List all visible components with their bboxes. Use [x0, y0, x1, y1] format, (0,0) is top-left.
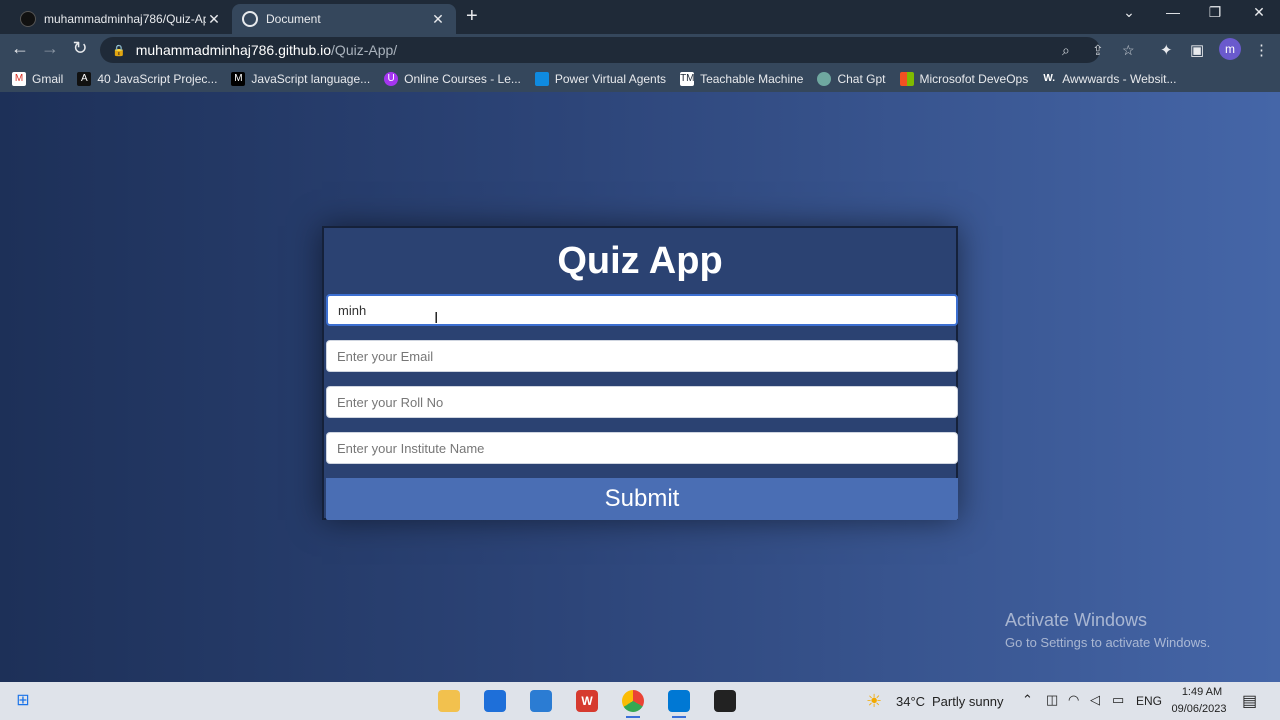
bookmarks-bar: M Gmail A 40 JavaScript Projec... M JavaScr…	[0, 66, 1280, 92]
page-title: Quiz App	[557, 240, 723, 282]
bookmark-online-courses[interactable]: U Online Courses - Le...	[384, 72, 521, 86]
meet-now-icon[interactable]: ◫	[1046, 692, 1058, 708]
github-icon	[20, 11, 36, 27]
clock-date[interactable]: 09/06/2023	[1166, 703, 1232, 715]
submit-button[interactable]: Submit	[326, 478, 958, 520]
bookmark-javascript-language[interactable]: M JavaScript language...	[231, 72, 370, 86]
address-bar[interactable]: 🔒 muhammadminhaj786.github.io/Quiz-App/ …	[100, 37, 1135, 63]
pva-icon	[534, 72, 549, 86]
zoom-icon[interactable]: ⌕	[1062, 42, 1070, 59]
back-icon[interactable]: ←	[8, 38, 32, 59]
bookmark-40-js-projects[interactable]: A 40 JavaScript Projec...	[77, 72, 217, 86]
tm-icon: TM	[680, 72, 695, 86]
battery-icon[interactable]: ▭	[1112, 692, 1124, 708]
quiz-form-card: Quiz App Submit	[322, 226, 958, 520]
name-field[interactable]	[326, 294, 958, 326]
tab-document[interactable]: Document ✕	[232, 4, 456, 34]
bookmark-teachable-machine[interactable]: TM Teachable Machine	[680, 72, 803, 86]
bookmark-chat-gpt[interactable]: Chat Gpt	[817, 72, 886, 86]
roll-no-field[interactable]	[326, 386, 958, 418]
watermark-title: Activate Windows	[1005, 610, 1148, 630]
globe-icon	[242, 11, 258, 27]
windows-start-icon[interactable]: ⊞	[12, 690, 34, 712]
weather-temp[interactable]: 34°C	[896, 694, 925, 709]
restore-button[interactable]: ❐	[1200, 4, 1230, 21]
tab-quiz-app-repo[interactable]: muhammadminhaj786/Quiz-App ✕	[10, 4, 232, 34]
page-background: Quiz App Submit I Activate Windows Go to…	[0, 92, 1280, 682]
close-icon[interactable]: ✕	[206, 11, 222, 28]
desktop-app-icon[interactable]	[530, 690, 552, 712]
store-icon[interactable]	[484, 690, 506, 712]
reload-icon[interactable]: ↻	[68, 38, 92, 59]
lock-icon: 🔒	[112, 44, 126, 57]
wifi-icon[interactable]: ◠	[1068, 692, 1079, 708]
bookmark-gmail[interactable]: M Gmail	[12, 72, 63, 86]
w-icon: W.	[1043, 73, 1056, 84]
watermark-subtitle: Go to Settings to activate Windows.	[1005, 635, 1211, 650]
bookmark-power-virtual-agents[interactable]: Power Virtual Agents	[534, 72, 666, 86]
url-path: /Quiz-App/	[331, 42, 398, 58]
vscode-icon[interactable]	[668, 690, 690, 718]
weather-icon: ☀	[866, 691, 883, 711]
file-explorer-icon[interactable]	[438, 690, 460, 712]
volume-icon[interactable]: ◁	[1090, 692, 1100, 708]
windows-taskbar: ⊞ W ☀ 34°C Partly sunny ⌃ ◫ ◠ ◁ ▭ ENG 1:…	[0, 682, 1280, 720]
minimize-button[interactable]: —	[1158, 4, 1188, 20]
microsoft-icon	[899, 72, 914, 86]
tab-title: Document	[266, 12, 321, 26]
tab-search-icon[interactable]: ⌄	[1114, 4, 1144, 21]
browser-tab-bar: muhammadminhaj786/Quiz-App ✕ Document ✕ …	[0, 0, 1280, 34]
chrome-icon[interactable]	[622, 690, 644, 718]
clock-time[interactable]: 1:49 AM	[1172, 686, 1232, 698]
share-icon[interactable]: ⇪	[1092, 42, 1104, 59]
side-panel-icon[interactable]: ▣	[1190, 41, 1204, 59]
gmail-icon: M	[12, 72, 26, 86]
chatgpt-icon	[817, 72, 832, 86]
bookmark-microsoft-devops[interactable]: Microsofot DeveOps	[899, 72, 1028, 86]
close-icon[interactable]: ✕	[430, 11, 446, 28]
activate-windows-watermark: Activate Windows Go to Settings to activ…	[1005, 610, 1210, 650]
extensions-icon[interactable]: ✦	[1160, 41, 1173, 59]
url-host: muhammadminhaj786.github.io	[135, 42, 332, 58]
abstract-icon: A	[77, 72, 92, 86]
institute-name-field[interactable]	[326, 432, 958, 464]
close-window-button[interactable]: ✕	[1244, 4, 1274, 21]
new-tab-button[interactable]: +	[466, 5, 478, 28]
screen-recorder-icon[interactable]	[714, 690, 736, 712]
tab-title: muhammadminhaj786/Quiz-App	[44, 12, 206, 26]
weather-desc[interactable]: Partly sunny	[932, 694, 1004, 709]
menu-icon[interactable]: ⋮	[1254, 41, 1269, 59]
m-icon: M	[231, 72, 246, 86]
bookmark-awwwards[interactable]: W. Awwwards - Websit...	[1042, 72, 1176, 86]
email-field[interactable]	[326, 340, 958, 372]
avatar[interactable]: m	[1219, 38, 1241, 60]
forward-icon[interactable]: →	[38, 38, 62, 59]
browser-toolbar: ← → ↻ 🔒 muhammadminhaj786.github.io/Quiz…	[0, 34, 1280, 66]
notifications-icon[interactable]: ▤	[1242, 691, 1257, 711]
bookmark-star-icon[interactable]: ☆	[1122, 42, 1135, 59]
language-indicator[interactable]: ENG	[1136, 694, 1162, 708]
text-cursor-icon: I	[434, 310, 439, 327]
wps-office-icon[interactable]: W	[576, 690, 598, 712]
udemy-icon: U	[384, 72, 399, 86]
show-hidden-icons-icon[interactable]: ⌃	[1022, 692, 1033, 708]
